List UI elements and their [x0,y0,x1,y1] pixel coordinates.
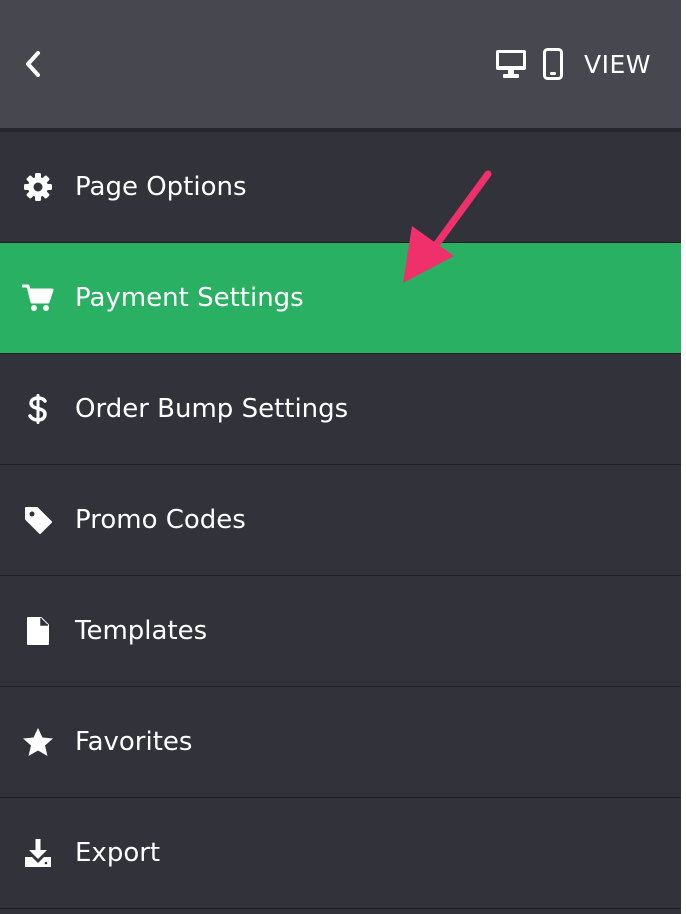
menu-item-label: Favorites [75,727,193,757]
desktop-view-button[interactable] [494,47,528,81]
back-button[interactable] [18,46,48,82]
chevron-left-icon [26,51,40,77]
star-icon [22,726,54,758]
download-icon [22,837,54,869]
view-label[interactable]: VIEW [584,50,651,79]
menu-item-page-options[interactable]: Page Options [0,132,681,243]
menu-item-promo-codes[interactable]: Promo Codes [0,465,681,576]
mobile-view-button[interactable] [542,47,564,81]
menu-item-payment-settings[interactable]: Payment Settings [0,243,681,354]
mobile-icon [543,48,563,80]
desktop-icon [496,50,526,78]
menu-item-label: Payment Settings [75,283,304,313]
editor-sidebar: VIEW Page Options Payment Settings Order… [0,0,681,914]
panel-edge [681,0,686,914]
menu-item-favorites[interactable]: Favorites [0,687,681,798]
menu-item-export[interactable]: Export [0,798,681,909]
menu-item-order-bump-settings[interactable]: Order Bump Settings [0,354,681,465]
dollar-icon [22,393,54,425]
sidebar-menu: Page Options Payment Settings Order Bump… [0,132,681,909]
menu-item-label: Templates [75,616,208,646]
view-toggle: VIEW [494,44,651,84]
file-icon [22,615,54,647]
menu-item-label: Promo Codes [75,505,246,535]
gear-icon [22,171,54,203]
shopping-cart-icon [22,282,54,314]
menu-item-label: Order Bump Settings [75,394,349,424]
menu-item-label: Page Options [75,172,247,202]
tag-icon [22,504,54,536]
menu-item-label: Export [75,838,161,868]
sidebar-header: VIEW [0,0,681,128]
menu-item-templates[interactable]: Templates [0,576,681,687]
